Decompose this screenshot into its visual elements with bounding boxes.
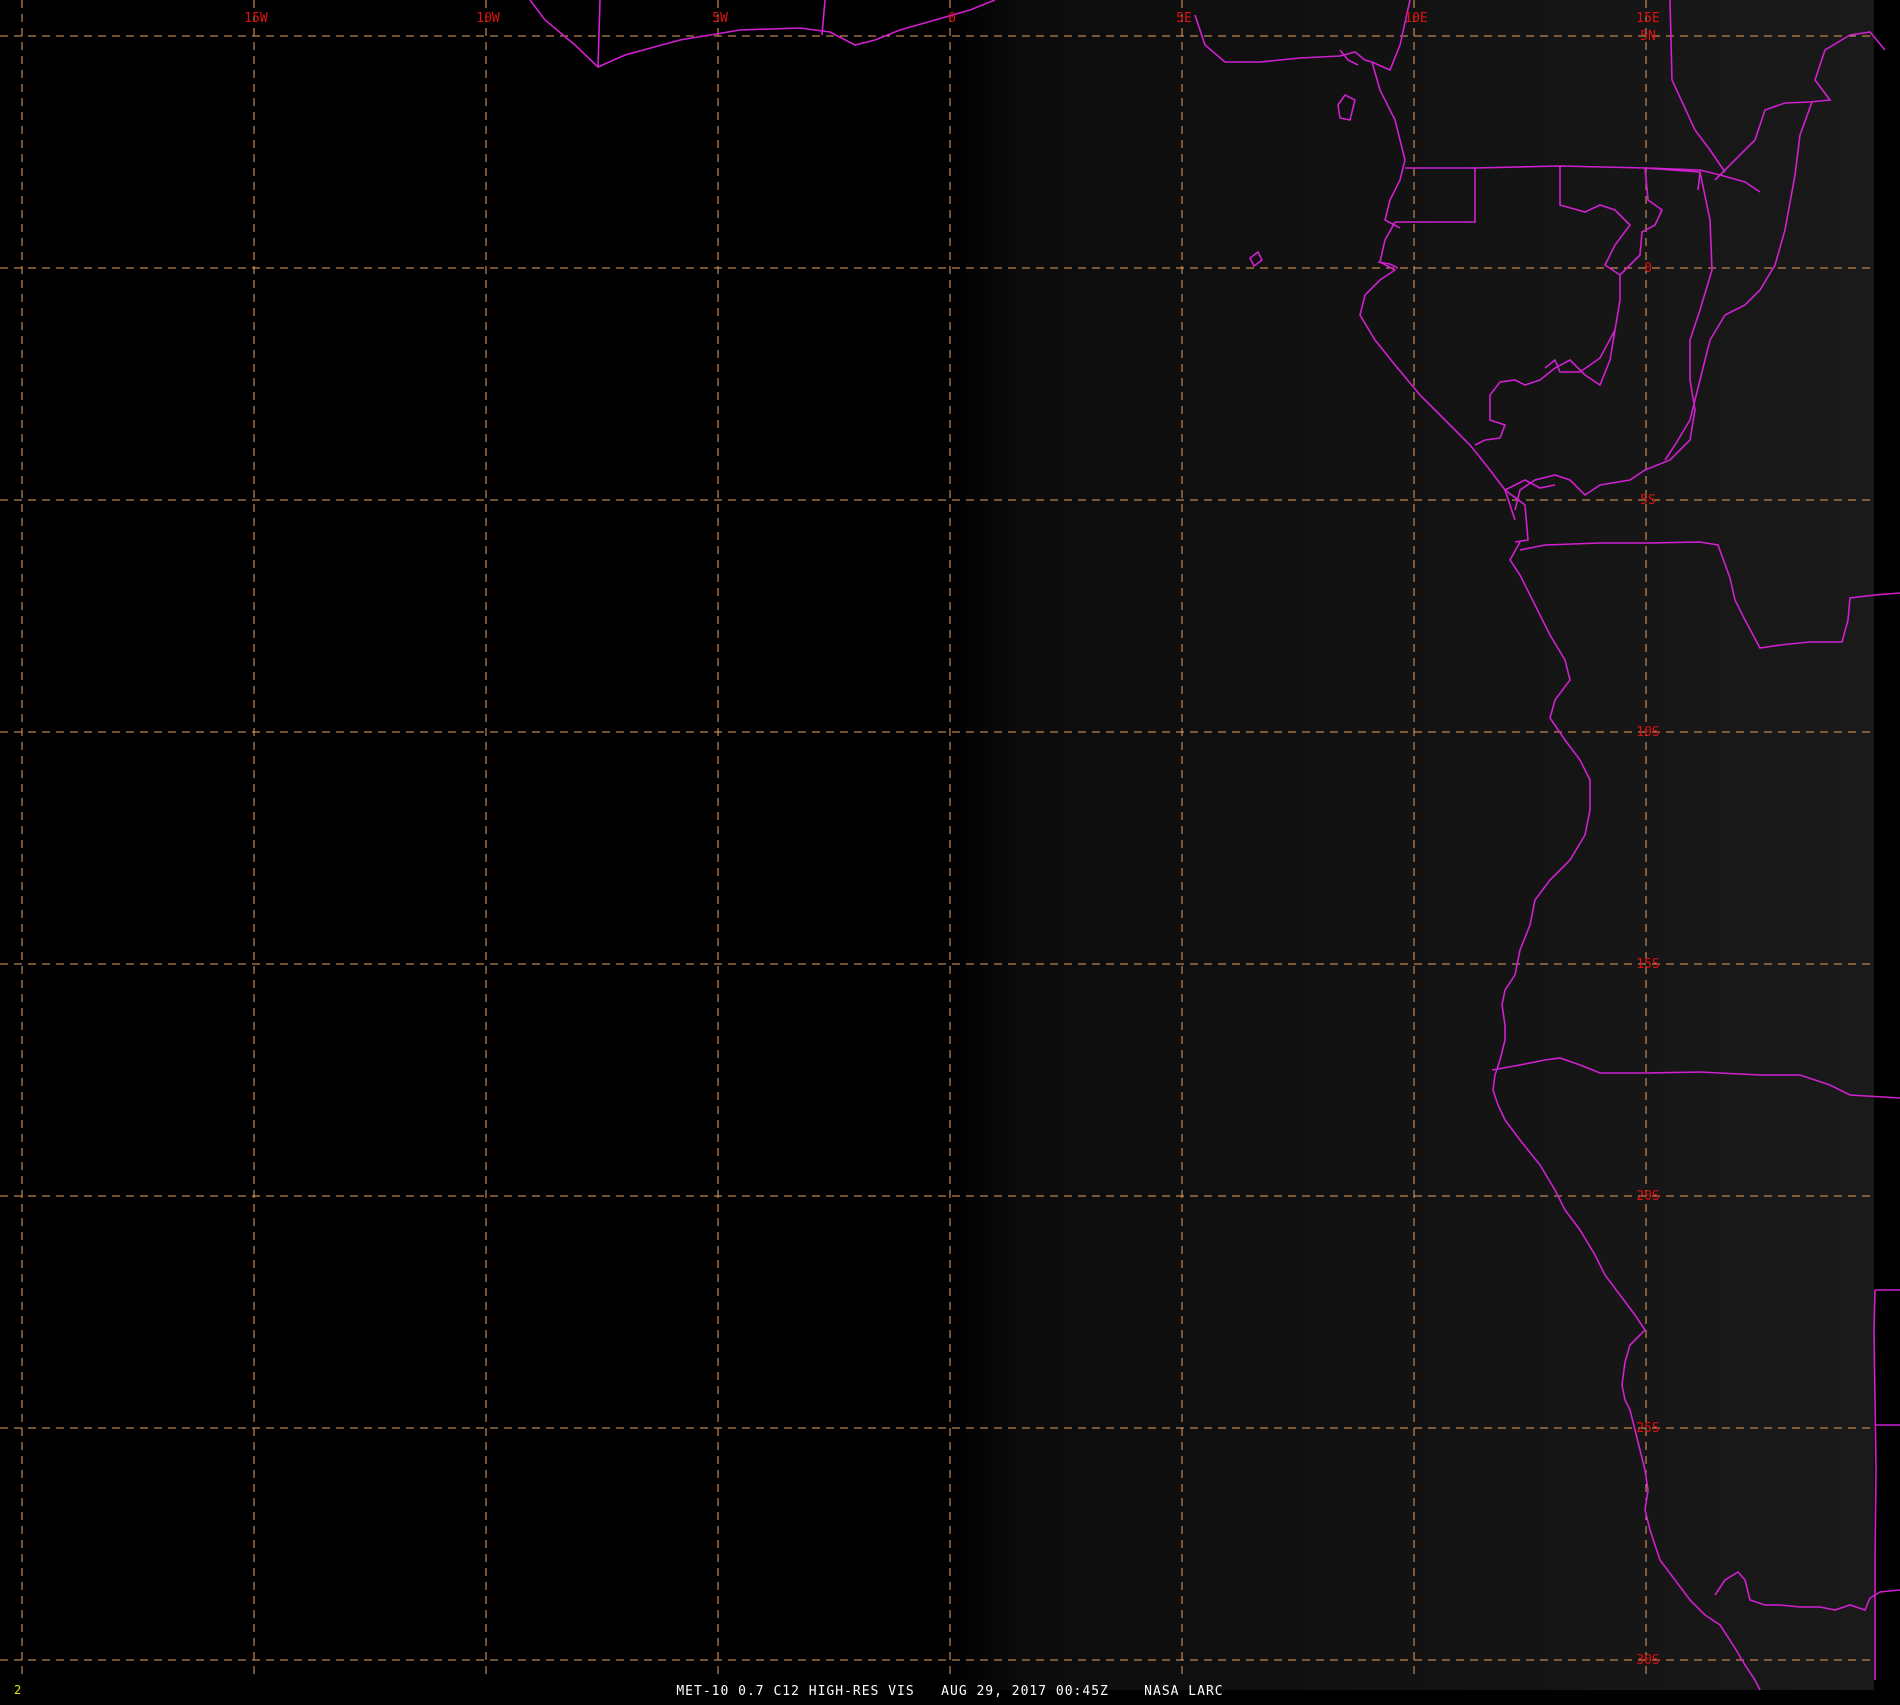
- parallel-label: 10S: [1636, 725, 1659, 740]
- satellite-map: 15W 10W 5W 0 5E 10E 15E 5N 0 5S 10S 15S 20S 25S 30S 2 …: [0, 0, 1900, 1700]
- parallel-label: 0: [1644, 261, 1652, 276]
- parallel-label: 25S: [1636, 1421, 1659, 1436]
- parallel-label: 30S: [1636, 1653, 1659, 1668]
- parallel-label: 5S: [1640, 493, 1656, 508]
- meridian-label: 0: [948, 11, 956, 26]
- illuminated-region: [950, 0, 1874, 1690]
- meridian-label: 5E: [1176, 11, 1192, 26]
- caption-bar: MET-10 0.7 C12 HIGH-RES VIS AUG 29, 2017…: [0, 1682, 1900, 1700]
- meridian-label: 15E: [1636, 11, 1659, 26]
- meridian-label: 10W: [476, 11, 500, 26]
- image-caption: MET-10 0.7 C12 HIGH-RES VIS AUG 29, 2017…: [676, 1684, 1224, 1699]
- meridian-label: 5W: [712, 11, 728, 26]
- meridian-label: 10E: [1404, 11, 1427, 26]
- parallel-label: 15S: [1636, 957, 1659, 972]
- map-canvas: 15W 10W 5W 0 5E 10E 15E 5N 0 5S 10S 15S 20S 25S 30S: [0, 0, 1900, 1700]
- meridian-label: 15W: [244, 11, 268, 26]
- parallel-label: 20S: [1636, 1189, 1659, 1204]
- parallel-label: 5N: [1640, 29, 1656, 44]
